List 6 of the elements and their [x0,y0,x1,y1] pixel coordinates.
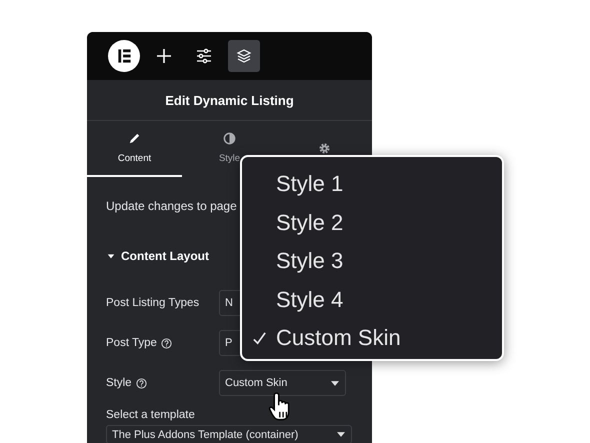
panel-title: Edit Dynamic Listing [165,92,294,108]
control-label: Style [106,377,132,389]
control-label: Post Listing Types [106,297,200,309]
notice-text: Update changes to page [106,199,238,213]
template-label: Select a template [106,409,196,421]
control-label: Post Type [106,337,157,349]
